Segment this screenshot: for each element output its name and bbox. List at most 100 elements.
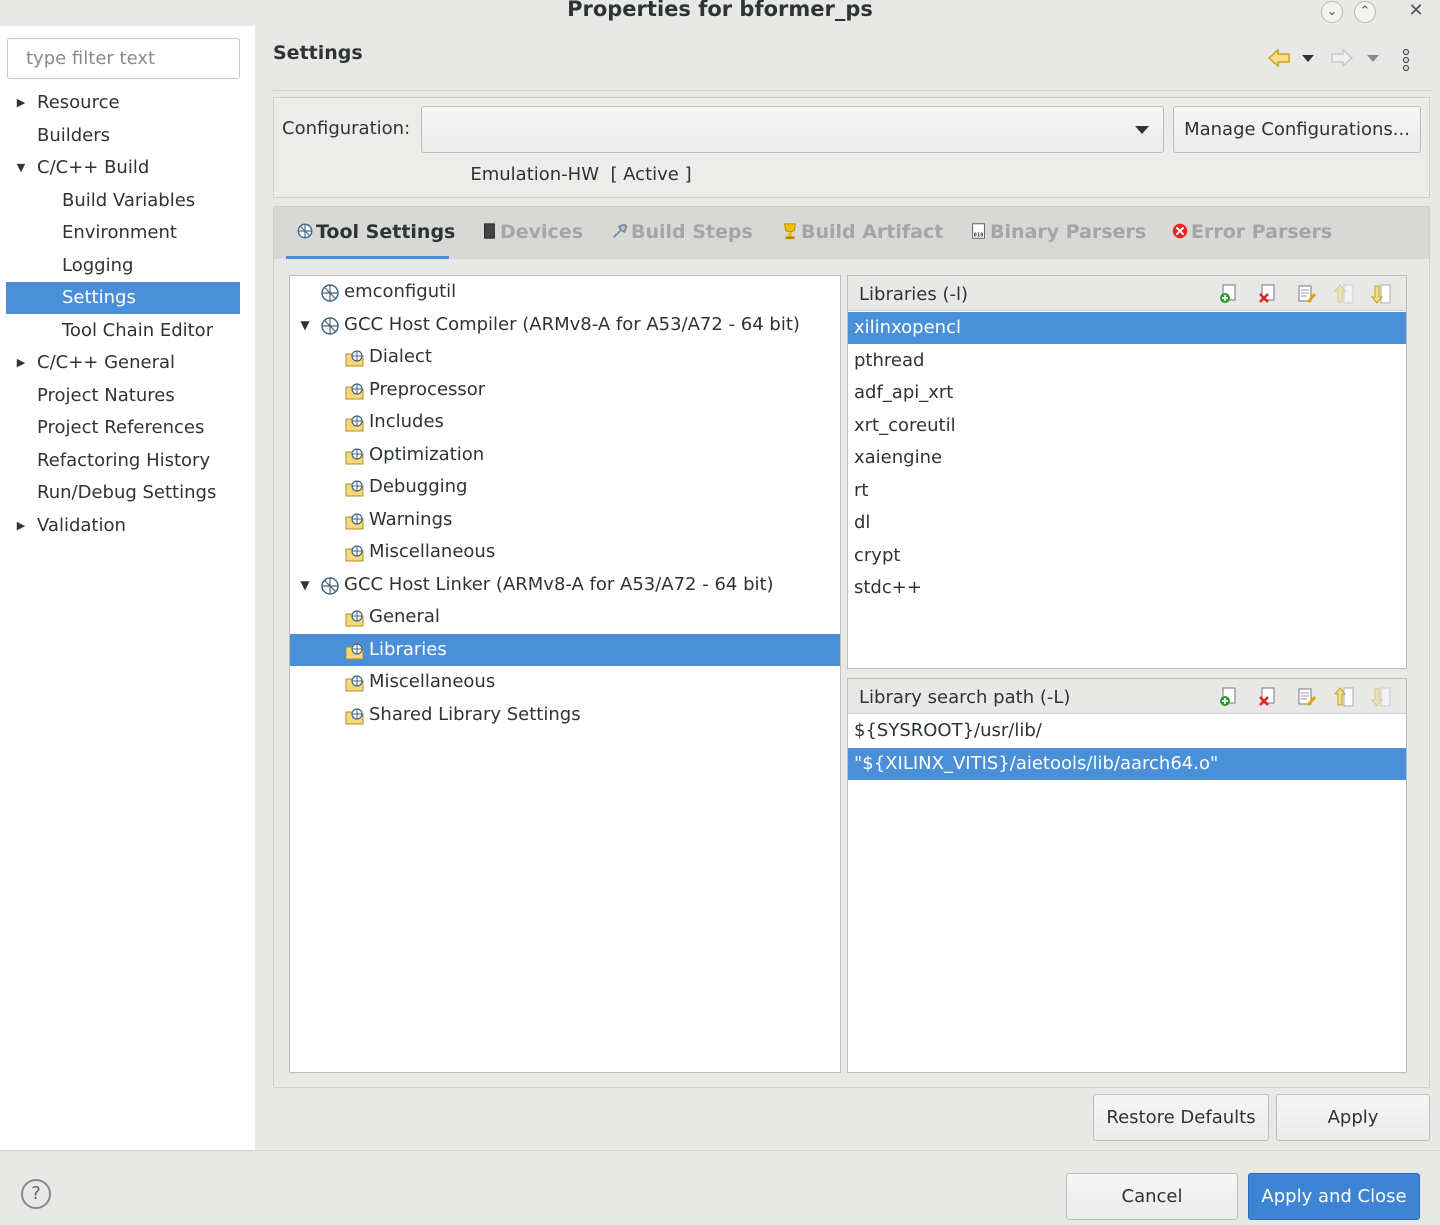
move-up-icon[interactable]	[1333, 686, 1355, 708]
page-title: Settings	[273, 42, 363, 64]
tab-binary-parsers[interactable]: 010 Binary Parsers	[970, 221, 1146, 245]
list-item[interactable]: crypt	[848, 540, 1406, 572]
nav-item-project-natures[interactable]: Project Natures	[6, 380, 240, 412]
back-arrow-icon[interactable]	[1267, 48, 1291, 68]
libraries-header: Libraries (-l)	[848, 276, 1406, 311]
option-category-icon	[345, 380, 365, 400]
tree-item-gcc-host-compiler-armv8-a-for-a53-a72-64-bit[interactable]: ▼ GCC Host Compiler (ARMv8-A for A53/A72 …	[290, 309, 840, 341]
nav-item-label: Project Natures	[37, 384, 175, 406]
nav-item-label: Builders	[37, 124, 111, 146]
nav-item-resource[interactable]: ▶ Resource	[6, 87, 240, 119]
tab-error-parsers[interactable]: Error Parsers	[1171, 221, 1332, 245]
tree-item-includes[interactable]: Includes	[290, 406, 840, 438]
add-icon[interactable]	[1218, 283, 1240, 305]
tree-item-preprocessor[interactable]: Preprocessor	[290, 374, 840, 406]
nav-item-refactoring-history[interactable]: Refactoring History	[6, 445, 240, 477]
apply-and-close-button[interactable]: Apply and Close	[1248, 1173, 1420, 1220]
tree-item-dialect[interactable]: Dialect	[290, 341, 840, 373]
nav-item-project-references[interactable]: Project References	[6, 412, 240, 444]
collapse-arrow-icon[interactable]: ▶	[14, 510, 28, 542]
tree-item-miscellaneous[interactable]: Miscellaneous	[290, 666, 840, 698]
restore-defaults-button[interactable]: Restore Defaults	[1093, 1094, 1269, 1141]
header-separator	[273, 90, 1433, 91]
nav-item-run-debug-settings[interactable]: Run/Debug Settings	[6, 477, 240, 509]
collapse-arrow-icon[interactable]: ▶	[14, 87, 28, 119]
delete-icon[interactable]	[1257, 283, 1279, 305]
nav-item-logging[interactable]: Logging	[6, 250, 240, 282]
delete-icon[interactable]	[1257, 686, 1279, 708]
tab-build-artifact[interactable]: Build Artifact	[781, 221, 943, 245]
list-item[interactable]: rt	[848, 475, 1406, 507]
option-category-icon	[345, 477, 365, 497]
nav-item-c-c-general[interactable]: ▶ C/C++ General	[6, 347, 240, 379]
option-category-icon	[345, 510, 365, 530]
tree-item-miscellaneous[interactable]: Miscellaneous	[290, 536, 840, 568]
forward-arrow-icon[interactable]	[1330, 48, 1354, 68]
tree-item-optimization[interactable]: Optimization	[290, 439, 840, 471]
devices-icon	[484, 223, 495, 239]
edit-icon[interactable]	[1295, 686, 1317, 708]
tree-item-label: emconfigutil	[344, 281, 457, 302]
list-item[interactable]: adf_api_xrt	[848, 377, 1406, 409]
move-down-icon[interactable]	[1370, 686, 1392, 708]
list-item[interactable]: xrt_coreutil	[848, 410, 1406, 442]
collapse-arrow-icon[interactable]: ▶	[14, 347, 28, 379]
tree-item-label: Shared Library Settings	[369, 703, 581, 725]
chevron-down-icon	[1135, 126, 1149, 134]
expand-arrow-icon[interactable]: ▼	[298, 569, 312, 601]
nav-item-build-variables[interactable]: Build Variables	[6, 185, 240, 217]
tab-build-steps[interactable]: Build Steps	[611, 221, 753, 245]
nav-item-settings[interactable]: Settings	[6, 282, 240, 314]
move-up-icon[interactable]	[1333, 283, 1355, 305]
nav-item-environment[interactable]: Environment	[6, 217, 240, 249]
tree-item-label: Debugging	[369, 476, 468, 497]
help-icon[interactable]: ?	[21, 1179, 51, 1209]
close-icon[interactable]: ✕	[1405, 1, 1427, 23]
list-item[interactable]: xaiengine	[848, 442, 1406, 474]
tool-icon	[320, 282, 340, 302]
minimize-icon[interactable]: ⌄	[1321, 1, 1343, 23]
maximize-icon[interactable]: ⌃	[1354, 1, 1376, 23]
tree-item-debugging[interactable]: Debugging	[290, 471, 840, 503]
nav-item-builders[interactable]: Builders	[6, 120, 240, 152]
list-item[interactable]: dl	[848, 507, 1406, 539]
nav-item-c-c-build[interactable]: ▼ C/C++ Build	[6, 152, 240, 184]
tool-settings-icon	[297, 223, 313, 239]
nav-item-validation[interactable]: ▶ Validation	[6, 510, 240, 542]
apply-button[interactable]: Apply	[1276, 1094, 1430, 1141]
list-item[interactable]: stdc++	[848, 572, 1406, 604]
nav-item-label: Tool Chain Editor	[62, 319, 214, 341]
add-icon[interactable]	[1218, 686, 1240, 708]
list-item[interactable]: ${SYSROOT}/usr/lib/	[848, 715, 1406, 747]
tree-item-libraries[interactable]: Libraries	[290, 633, 840, 666]
move-down-icon[interactable]	[1370, 283, 1392, 305]
tab-devices[interactable]: Devices	[480, 221, 583, 245]
tree-item-emconfigutil[interactable]: emconfigutil	[290, 276, 840, 308]
cancel-button[interactable]: Cancel	[1066, 1173, 1238, 1220]
list-item[interactable]: xilinxopencl	[848, 312, 1406, 344]
filter-input[interactable]	[7, 38, 240, 79]
expand-arrow-icon[interactable]: ▼	[14, 152, 28, 184]
configuration-group: Configuration: Emulation-HW [ Active ] M…	[273, 97, 1430, 198]
forward-menu-icon[interactable]	[1366, 54, 1380, 64]
nav-item-tool-chain-editor[interactable]: Tool Chain Editor	[6, 315, 240, 347]
tab-tool-settings[interactable]: Tool Settings	[296, 221, 455, 245]
configuration-dropdown[interactable]: Emulation-HW [ Active ]	[421, 106, 1164, 185]
tree-item-gcc-host-linker-armv8-a-for-a53-a72-64-bit[interactable]: ▼ GCC Host Linker (ARMv8-A for A53/A72 - …	[290, 569, 840, 601]
nav-item-label: Refactoring History	[37, 449, 211, 471]
list-item[interactable]: pthread	[848, 345, 1406, 377]
view-menu-icon[interactable]	[1400, 48, 1412, 72]
tree-item-shared-library-settings[interactable]: Shared Library Settings	[290, 699, 840, 731]
edit-icon[interactable]	[1295, 283, 1317, 305]
manage-configurations-button[interactable]: Manage Configurations...	[1173, 106, 1421, 153]
nav-item-label: Logging	[62, 254, 134, 276]
tree-item-general[interactable]: General	[290, 601, 840, 633]
tree-item-warnings[interactable]: Warnings	[290, 504, 840, 536]
expand-arrow-icon[interactable]: ▼	[298, 309, 312, 341]
nav-item-label: C/C++ Build	[37, 157, 150, 178]
error-parsers-icon	[1172, 223, 1188, 239]
back-menu-icon[interactable]	[1301, 54, 1315, 64]
nav-item-label: Settings	[62, 287, 136, 308]
build-steps-icon	[613, 223, 628, 238]
list-item[interactable]: "${XILINX_VITIS}/aietools/lib/aarch64.o"	[848, 747, 1406, 780]
